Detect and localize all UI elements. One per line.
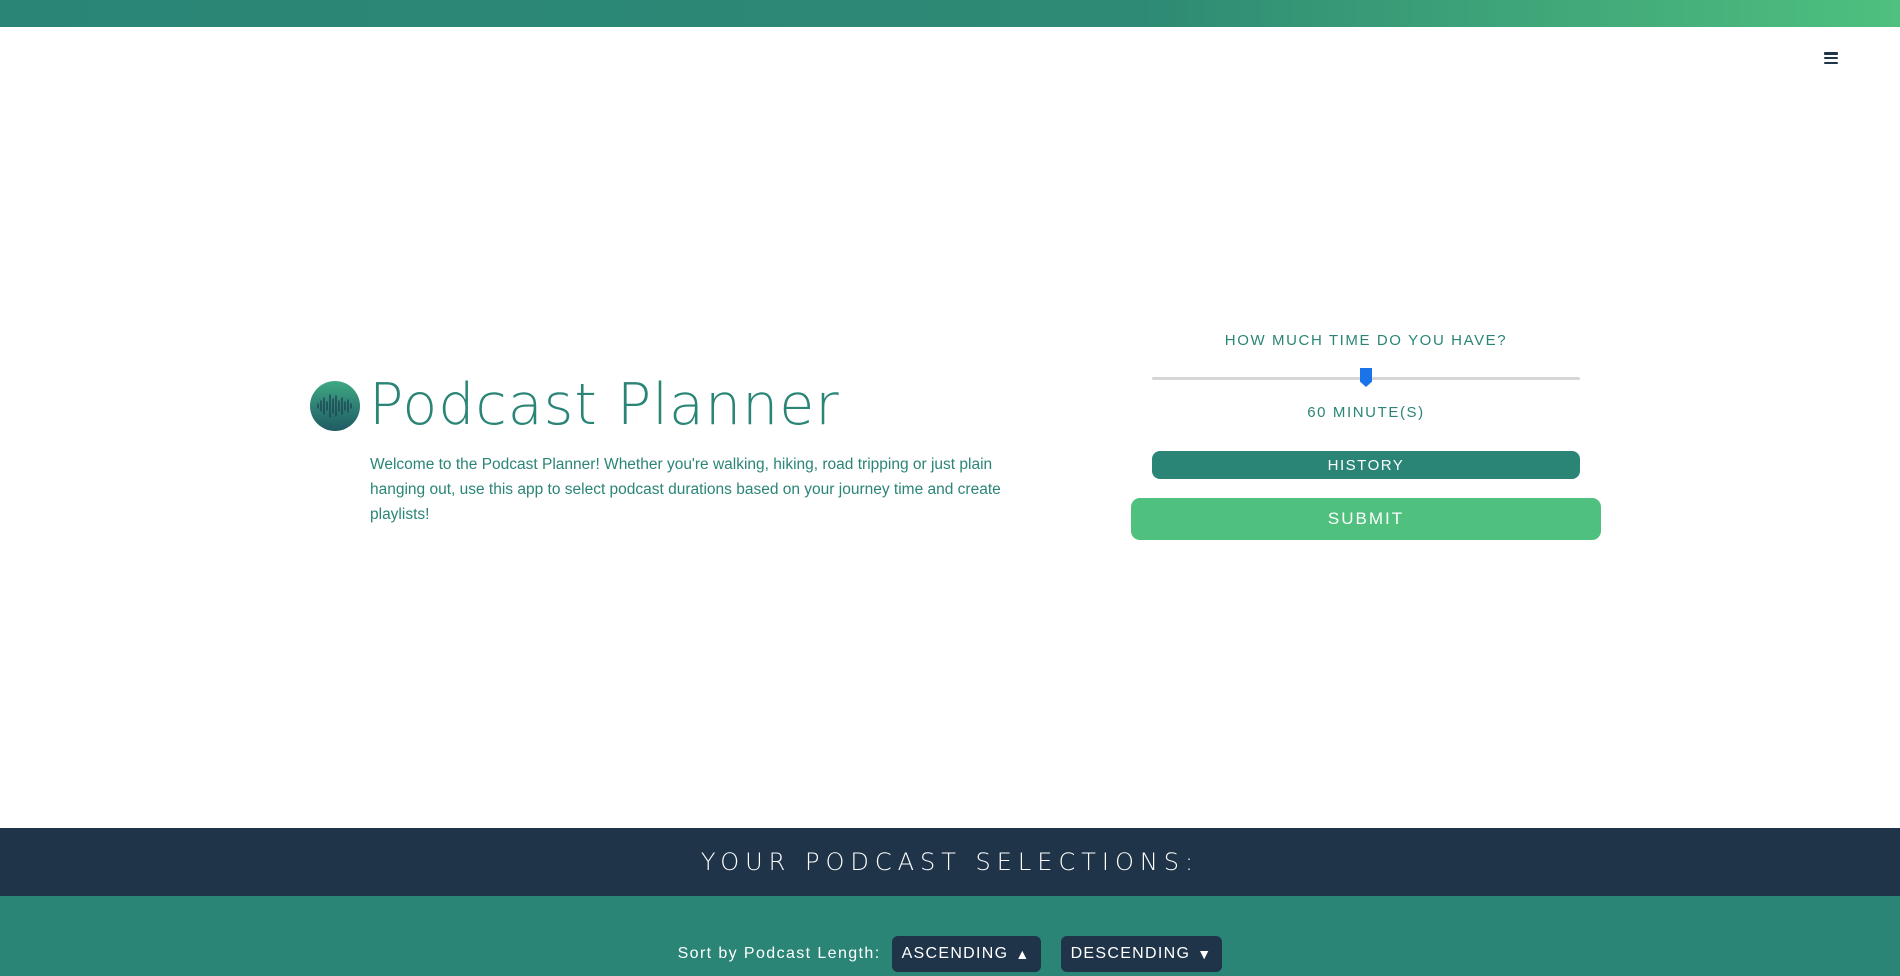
sort-descending-button[interactable]: DESCENDING ▼: [1060, 936, 1223, 972]
arrow-down-icon: ▼: [1197, 946, 1213, 962]
sort-descending-label: DESCENDING: [1070, 945, 1191, 962]
sort-ascending-button[interactable]: ASCENDING ▲: [891, 936, 1041, 972]
sort-label: Sort by Podcast Length:: [677, 945, 881, 962]
top-accent-bar: [0, 0, 1900, 27]
intro-text: Welcome to the Podcast Planner! Whether …: [370, 456, 1001, 523]
time-slider[interactable]: [1152, 367, 1580, 389]
hero-section: Podcast Planner Welcome to the Podcast P…: [0, 27, 1900, 828]
brand: Podcast Planner: [310, 377, 840, 434]
arrow-up-icon: ▲: [1015, 946, 1031, 962]
time-question: HOW MUCH TIME DO YOU HAVE?: [1224, 332, 1508, 349]
time-panel: HOW MUCH TIME DO YOU HAVE? 60 MINUTE(S) …: [1131, 327, 1601, 540]
soundwave-icon: [310, 380, 360, 431]
page-title: Podcast Planner: [369, 372, 840, 438]
sort-controls: Sort by Podcast Length: ASCENDING ▲ DESC…: [0, 936, 1900, 972]
sort-section: Sort by Podcast Length: ASCENDING ▲ DESC…: [0, 896, 1900, 976]
sort-ascending-label: ASCENDING: [901, 945, 1009, 962]
slider-thumb[interactable]: [1360, 368, 1372, 387]
selections-title: YOUR PODCAST SELECTIONS:: [700, 848, 1200, 876]
minutes-readout: 60 MINUTE(S): [1307, 404, 1425, 421]
history-button[interactable]: HISTORY: [1152, 451, 1580, 479]
submit-button[interactable]: SUBMIT: [1131, 498, 1601, 540]
selections-header: YOUR PODCAST SELECTIONS:: [0, 828, 1900, 896]
soundwave-glyph: [317, 393, 352, 418]
